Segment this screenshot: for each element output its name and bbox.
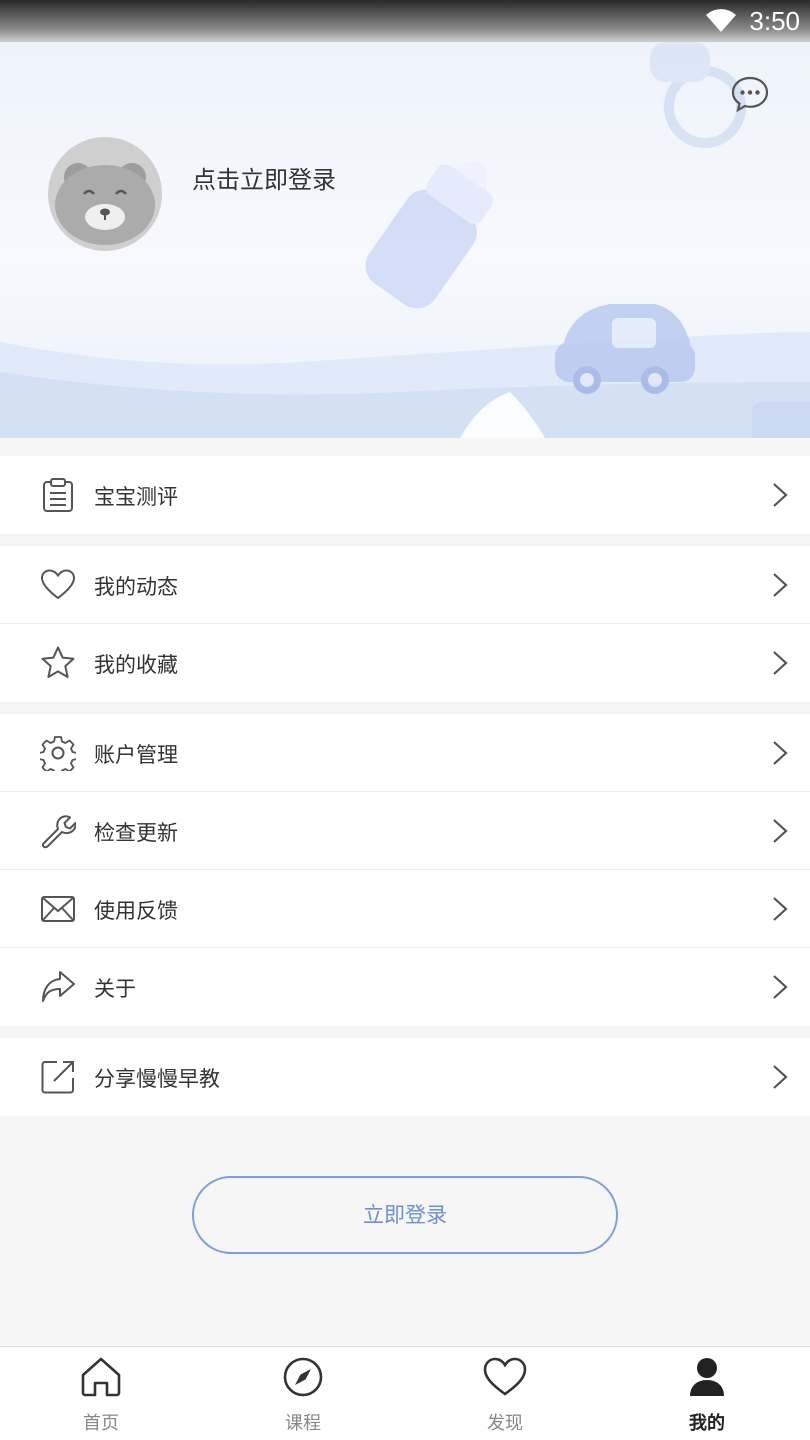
bottom-tab-bar: 首页 课程 发现 我的	[0, 1346, 810, 1440]
clipboard-icon	[43, 478, 73, 512]
chevron-right-icon	[773, 651, 788, 675]
menu-group-assessment: 宝宝测评	[0, 456, 810, 534]
person-icon	[690, 1358, 724, 1396]
compass-icon	[283, 1357, 323, 1397]
menu-item-label: 使用反馈	[94, 899, 178, 923]
star-icon	[41, 646, 75, 678]
menu-item-label: 账户管理	[94, 743, 178, 767]
tab-courses[interactable]: 课程	[202, 1347, 404, 1440]
chevron-right-icon	[773, 741, 788, 765]
menu-item-about[interactable]: 关于	[0, 948, 810, 1026]
wrench-icon	[41, 815, 76, 849]
heart-icon	[483, 1357, 527, 1396]
tab-label: 我的	[689, 1413, 725, 1434]
menu-group-personal: 我的动态 我的收藏	[0, 546, 810, 702]
chevron-right-icon	[773, 975, 788, 999]
avatar[interactable]	[48, 137, 162, 251]
tab-home[interactable]: 首页	[0, 1347, 202, 1440]
menu-item-my-posts[interactable]: 我的动态	[0, 546, 810, 624]
bear-avatar-icon	[55, 163, 155, 245]
menu-group-share: 分享慢慢早教	[0, 1038, 810, 1116]
chevron-right-icon	[773, 819, 788, 843]
menu-item-baby-assessment[interactable]: 宝宝测评	[0, 456, 810, 534]
menu-item-my-favorites[interactable]: 我的收藏	[0, 624, 810, 702]
chevron-right-icon	[773, 1065, 788, 1089]
menu-item-label: 我的收藏	[94, 653, 178, 677]
tab-label: 发现	[487, 1413, 523, 1434]
tab-mine[interactable]: 我的	[606, 1347, 808, 1440]
login-prompt[interactable]: 点击立即登录	[192, 160, 336, 195]
home-icon	[81, 1357, 121, 1397]
envelope-icon	[41, 896, 75, 922]
external-link-icon	[41, 1061, 74, 1094]
share-arrow-icon	[42, 971, 75, 1002]
tab-label: 课程	[285, 1413, 321, 1434]
menu-item-label: 分享慢慢早教	[94, 1067, 220, 1091]
login-button[interactable]: 立即登录	[192, 1176, 618, 1254]
status-time: 3:50	[749, 6, 800, 36]
menu-group-settings: 账户管理 检查更新 使用反馈 关于	[0, 714, 810, 1026]
menu-item-feedback[interactable]: 使用反馈	[0, 870, 810, 948]
message-icon[interactable]	[730, 74, 770, 114]
menu-item-label: 宝宝测评	[94, 485, 178, 509]
menu-item-account-management[interactable]: 账户管理	[0, 714, 810, 792]
tab-discover[interactable]: 发现	[404, 1347, 606, 1440]
tab-label: 首页	[83, 1413, 119, 1434]
wifi-icon	[706, 9, 736, 32]
chevron-right-icon	[773, 483, 788, 507]
menu-item-label: 检查更新	[94, 821, 178, 845]
menu-item-share-app[interactable]: 分享慢慢早教	[0, 1038, 810, 1116]
heart-icon	[40, 569, 76, 600]
status-bar: 3:50	[0, 0, 810, 42]
menu-item-check-update[interactable]: 检查更新	[0, 792, 810, 870]
menu-item-label: 关于	[94, 977, 136, 1001]
chevron-right-icon	[773, 897, 788, 921]
chevron-right-icon	[773, 573, 788, 597]
profile-header: 点击立即登录	[0, 42, 810, 438]
gear-icon	[40, 736, 76, 771]
menu-item-label: 我的动态	[94, 575, 178, 599]
